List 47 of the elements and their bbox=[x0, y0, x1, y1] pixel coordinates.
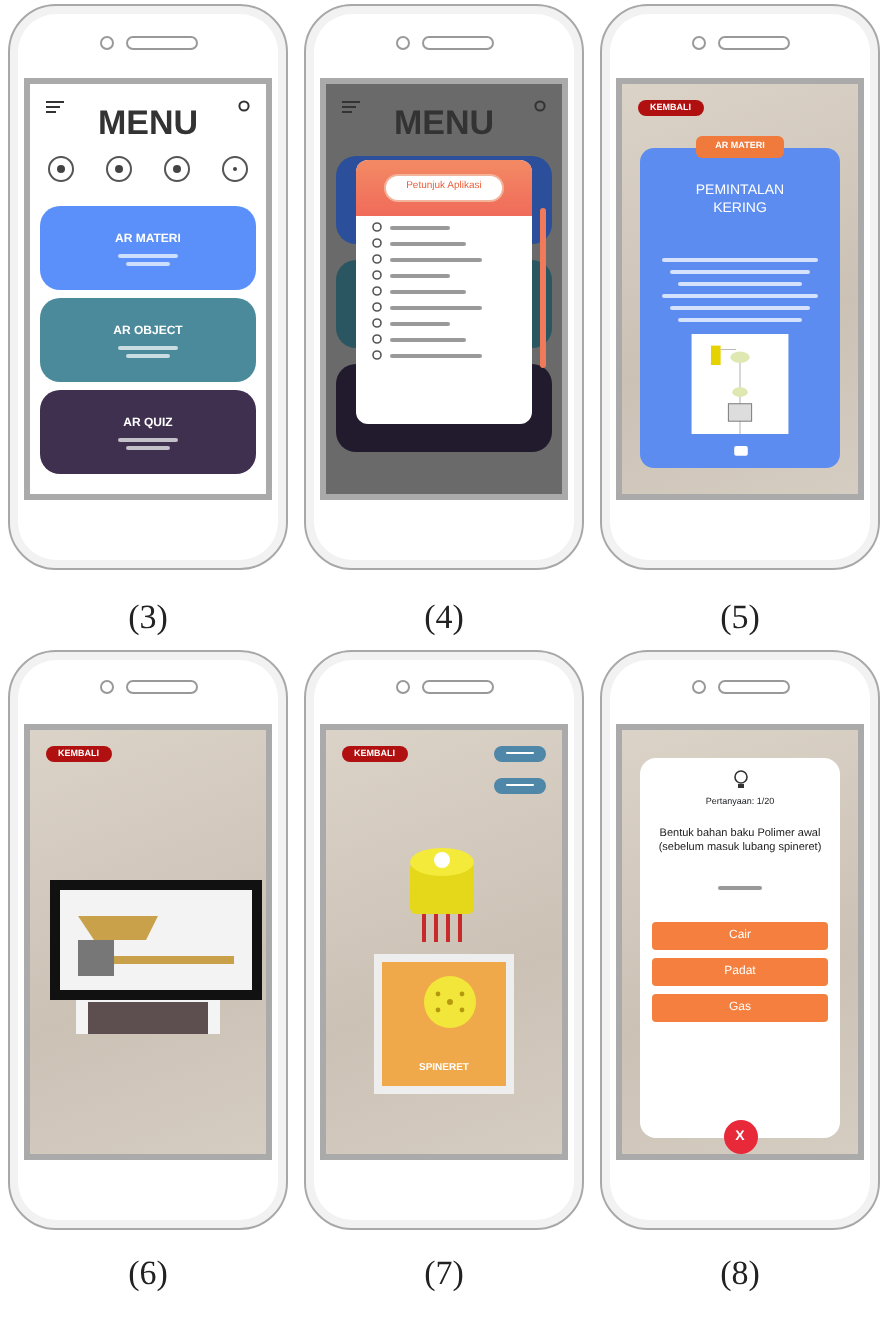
text-line bbox=[718, 885, 762, 890]
text-line bbox=[118, 345, 178, 349]
text-line bbox=[390, 273, 450, 277]
camera-icon bbox=[395, 35, 409, 49]
text-line bbox=[126, 353, 170, 357]
lightbulb-icon bbox=[733, 769, 747, 788]
text-line bbox=[390, 321, 450, 325]
speaker-icon bbox=[421, 35, 493, 49]
figure-label: (4) bbox=[424, 598, 464, 638]
text-line bbox=[390, 305, 482, 309]
figure-label: (3) bbox=[128, 598, 168, 638]
settings-icon bbox=[534, 100, 546, 112]
text-line bbox=[390, 353, 482, 357]
camera-icon bbox=[99, 35, 113, 49]
speaker-icon bbox=[125, 35, 197, 49]
diagram-drawing bbox=[690, 334, 790, 435]
speaker-icon bbox=[421, 680, 493, 695]
camera-icon bbox=[691, 35, 705, 49]
menu-icon bbox=[342, 100, 360, 114]
text-line bbox=[390, 241, 466, 245]
text-line bbox=[390, 257, 482, 261]
camera-icon bbox=[691, 680, 705, 695]
text-line bbox=[678, 282, 802, 287]
text-line bbox=[126, 261, 170, 265]
text-line bbox=[118, 253, 178, 257]
text-line bbox=[670, 306, 810, 311]
figure-label: (6) bbox=[128, 1253, 168, 1293]
speaker-icon bbox=[125, 680, 197, 695]
menu-title: MENU bbox=[97, 106, 199, 140]
figure-label: (5) bbox=[720, 598, 760, 638]
text-line bbox=[126, 445, 170, 449]
figure-label: (8) bbox=[720, 1253, 760, 1293]
menu-title: MENU bbox=[393, 106, 495, 140]
camera-icon bbox=[99, 680, 113, 695]
text-line bbox=[118, 437, 178, 441]
text-line bbox=[390, 337, 466, 341]
figure-label: (7) bbox=[424, 1253, 464, 1293]
camera-icon bbox=[395, 680, 409, 695]
text-line bbox=[678, 318, 802, 323]
text-line bbox=[390, 289, 466, 293]
speaker-icon bbox=[717, 680, 789, 695]
settings-icon bbox=[238, 100, 250, 112]
text-line bbox=[670, 270, 810, 275]
menu-icon bbox=[46, 100, 64, 114]
speaker-icon bbox=[717, 35, 789, 49]
text-line bbox=[390, 225, 450, 229]
marker-image bbox=[88, 1001, 208, 1034]
